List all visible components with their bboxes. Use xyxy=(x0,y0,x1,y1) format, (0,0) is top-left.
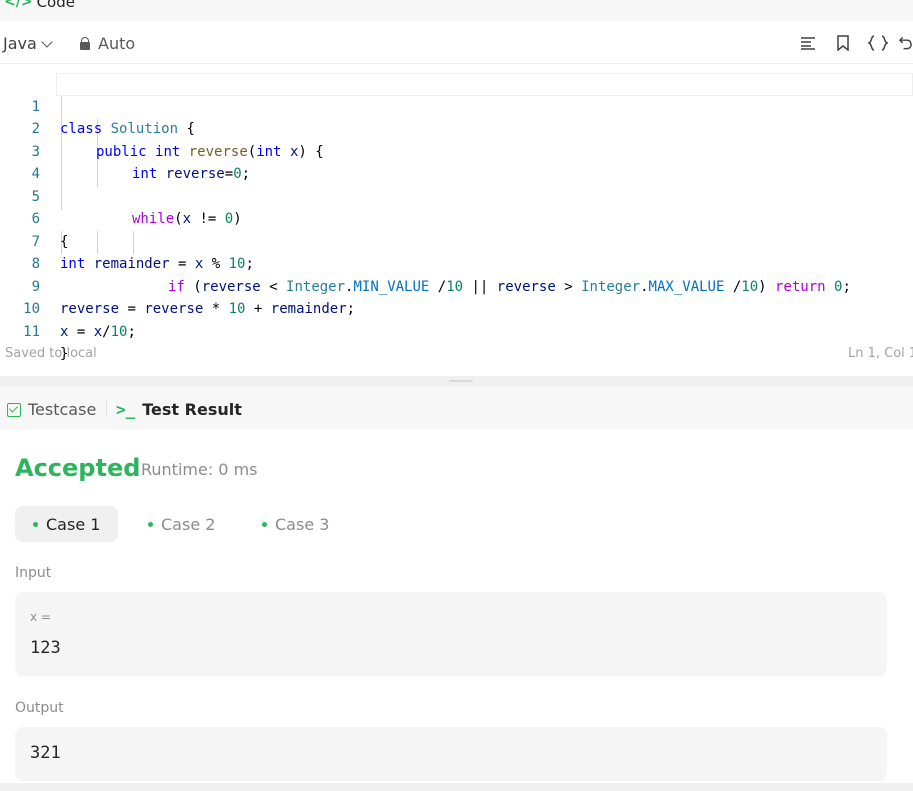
tab-testcase-label: Testcase xyxy=(28,400,97,419)
lock-icon xyxy=(80,37,90,50)
code-line: 9 reverse = reverse * 10 + remainder; xyxy=(0,253,913,318)
code-editor[interactable]: 1 class Solution { 2 public int reverse(… xyxy=(0,64,913,363)
case-label: Case 3 xyxy=(275,514,330,534)
code-panel-header: </> Code xyxy=(0,0,913,22)
tab-test-result-label: Test Result xyxy=(142,400,242,419)
language-label: Java xyxy=(3,34,37,53)
case-3-button[interactable]: Case 3 xyxy=(244,506,347,542)
code-icon: </> xyxy=(4,0,33,10)
result-panel-header: Testcase >_ Test Result xyxy=(0,386,913,430)
input-var-name: x = xyxy=(30,610,51,624)
braces-icon[interactable] xyxy=(866,32,890,54)
case-label: Case 1 xyxy=(46,514,101,534)
undo-icon[interactable] xyxy=(898,32,913,54)
code-line: 6 { xyxy=(0,186,913,250)
input-label: Input xyxy=(15,565,52,581)
code-line: 7 int remainder = x % 10; xyxy=(0,208,913,273)
code-line: 3 int reverse=0; xyxy=(0,118,913,183)
output-label: Output xyxy=(15,700,64,716)
code-line: 11 } xyxy=(0,298,913,363)
resize-grip[interactable] xyxy=(449,380,473,382)
output-box[interactable]: 321 xyxy=(15,727,887,781)
tab-test-result[interactable]: >_ Test Result xyxy=(116,400,242,419)
case-1-button[interactable]: Case 1 xyxy=(15,506,119,542)
status-dot-icon xyxy=(262,521,267,527)
case-label: Case 2 xyxy=(161,514,216,534)
terminal-icon: >_ xyxy=(116,400,136,419)
code-line: 2 public int reverse(int x) { xyxy=(0,96,913,160)
code-line: 4 xyxy=(0,141,913,182)
status-dot-icon xyxy=(33,521,38,527)
editor-toolbar: Java Auto xyxy=(0,22,913,64)
code-line: 8 if (reverse < Integer.MIN_VALUE /10 ||… xyxy=(0,231,913,295)
auto-mode-label: Auto xyxy=(98,34,136,53)
format-icon[interactable] xyxy=(796,32,820,54)
code-line: 1 class Solution { xyxy=(0,73,913,138)
chevron-down-icon xyxy=(41,35,53,48)
code-line: 5 while(x != 0) xyxy=(0,163,913,228)
bookmark-icon[interactable] xyxy=(831,32,855,54)
panel-resize-handle[interactable] xyxy=(0,376,913,386)
tab-testcase[interactable]: Testcase xyxy=(7,400,96,419)
code-tab[interactable]: </> Code xyxy=(4,0,75,11)
output-value: 321 xyxy=(30,743,61,763)
auto-mode-indicator[interactable]: Auto xyxy=(80,34,135,53)
language-select[interactable]: Java xyxy=(3,34,53,53)
panel-bottom-edge xyxy=(0,783,913,791)
code-line: 10 x = x/10; xyxy=(0,276,913,340)
verdict-label: Accepted xyxy=(15,454,141,482)
runtime-label: Runtime: 0 ms xyxy=(141,460,258,479)
code-tab-label: Code xyxy=(36,0,75,11)
case-2-button[interactable]: Case 2 xyxy=(130,506,233,542)
checkbox-icon xyxy=(7,402,21,417)
save-status: Saved to local xyxy=(5,346,97,361)
cursor-position[interactable]: Ln 1, Col 1 xyxy=(848,346,913,361)
input-box[interactable]: x = 123 xyxy=(15,592,887,676)
editor-status-bar: Saved to local Ln 1, Col 1 xyxy=(0,340,913,368)
status-dot-icon xyxy=(148,521,153,527)
input-value: 123 xyxy=(30,638,61,658)
tab-divider xyxy=(106,401,107,415)
